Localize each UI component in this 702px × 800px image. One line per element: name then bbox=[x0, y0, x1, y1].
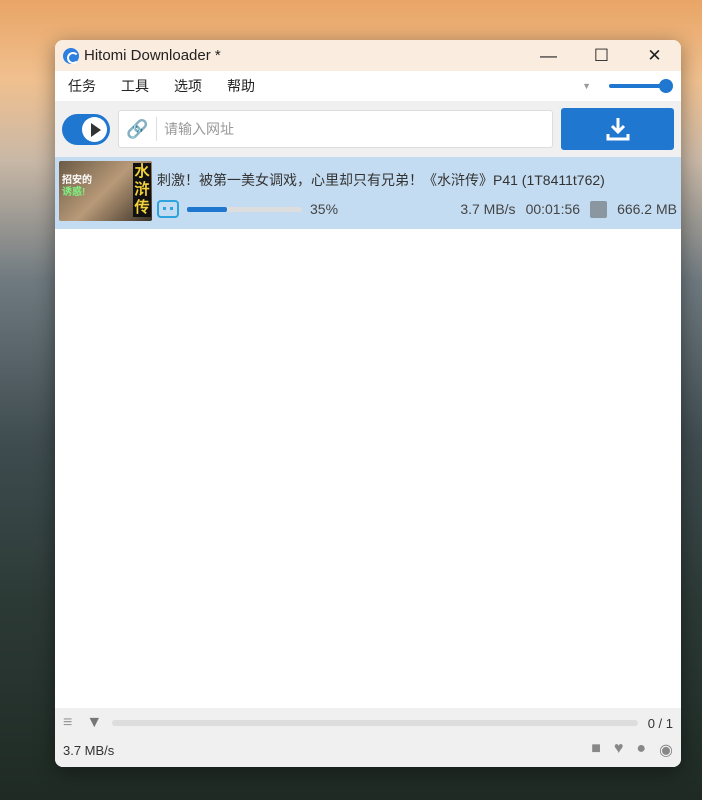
window-title: Hitomi Downloader * bbox=[84, 47, 221, 64]
app-window: Hitomi Downloader * — ☐ ✕ 任务 工具 选项 帮助 ▼ … bbox=[55, 40, 681, 767]
folder-icon[interactable]: ■ bbox=[591, 740, 601, 760]
thumb-text: 招安的 bbox=[62, 175, 92, 186]
maximize-button[interactable]: ☐ bbox=[575, 46, 628, 66]
task-list: 招安的诱惑! 水浒传 刺激！被第一美女调戏，心里却只有兄弟！《水浒传》P41 (… bbox=[55, 157, 681, 708]
link-icon: 🔗 bbox=[119, 117, 157, 141]
menu-bar: 任务 工具 选项 帮助 ▼ bbox=[55, 71, 681, 101]
minimize-button[interactable]: — bbox=[522, 46, 575, 66]
app-logo-icon bbox=[63, 47, 79, 64]
task-title: 刺激！被第一美女调戏，心里却只有兄弟！《水浒传》P41 (1T8411t762) bbox=[157, 172, 605, 188]
filter-icon[interactable]: ▼ bbox=[86, 714, 102, 732]
menu-help[interactable]: 帮助 bbox=[227, 76, 255, 96]
progress-bar bbox=[187, 206, 302, 212]
progress-text: 35% bbox=[310, 201, 339, 217]
url-input[interactable]: 🔗 请输入网址 bbox=[118, 110, 553, 148]
bilibili-icon bbox=[157, 200, 179, 218]
total-speed: 3.7 MB/s bbox=[63, 742, 115, 758]
title-bar: Hitomi Downloader * — ☐ ✕ bbox=[55, 40, 681, 71]
menu-tools[interactable]: 工具 bbox=[121, 76, 149, 96]
thumb-text: 诱惑! bbox=[62, 187, 86, 198]
heart-icon[interactable]: ♥ bbox=[614, 740, 624, 760]
status-bar: ≡ ▼ 0 / 1 3.7 MB/s ■ ♥ ● ◉ bbox=[55, 708, 681, 767]
task-row[interactable]: 招安的诱惑! 水浒传 刺激！被第一美女调戏，心里却只有兄弟！《水浒传》P41 (… bbox=[55, 157, 681, 229]
archive-icon bbox=[590, 200, 608, 218]
thumb-text: 水浒传 bbox=[133, 163, 151, 217]
file-size: 666.2 MB bbox=[617, 201, 677, 217]
task-count: 0 / 1 bbox=[647, 715, 673, 731]
menu-tasks[interactable]: 任务 bbox=[68, 76, 96, 96]
slider-handle[interactable] bbox=[659, 79, 673, 93]
opacity-slider[interactable] bbox=[609, 79, 673, 93]
overall-progress-bar bbox=[112, 720, 638, 726]
start-toggle[interactable] bbox=[62, 113, 110, 145]
download-icon bbox=[606, 118, 629, 141]
thumbnail: 招安的诱惑! 水浒传 bbox=[59, 161, 152, 221]
play-icon bbox=[82, 116, 107, 142]
menu-options[interactable]: 选项 bbox=[174, 76, 202, 96]
dropdown-arrow-icon[interactable]: ▼ bbox=[582, 81, 591, 91]
speed: 3.7 MB/s bbox=[460, 201, 516, 217]
progress-fill bbox=[187, 206, 228, 212]
close-button[interactable]: ✕ bbox=[628, 46, 681, 66]
eta: 00:01:56 bbox=[525, 201, 581, 217]
toolbar: 🔗 请输入网址 bbox=[55, 101, 681, 157]
discord-icon[interactable]: ◉ bbox=[659, 740, 673, 760]
sort-icon[interactable]: ≡ bbox=[63, 714, 72, 732]
download-button[interactable] bbox=[561, 108, 674, 150]
github-icon[interactable]: ● bbox=[636, 740, 646, 760]
url-placeholder: 请输入网址 bbox=[164, 121, 234, 137]
